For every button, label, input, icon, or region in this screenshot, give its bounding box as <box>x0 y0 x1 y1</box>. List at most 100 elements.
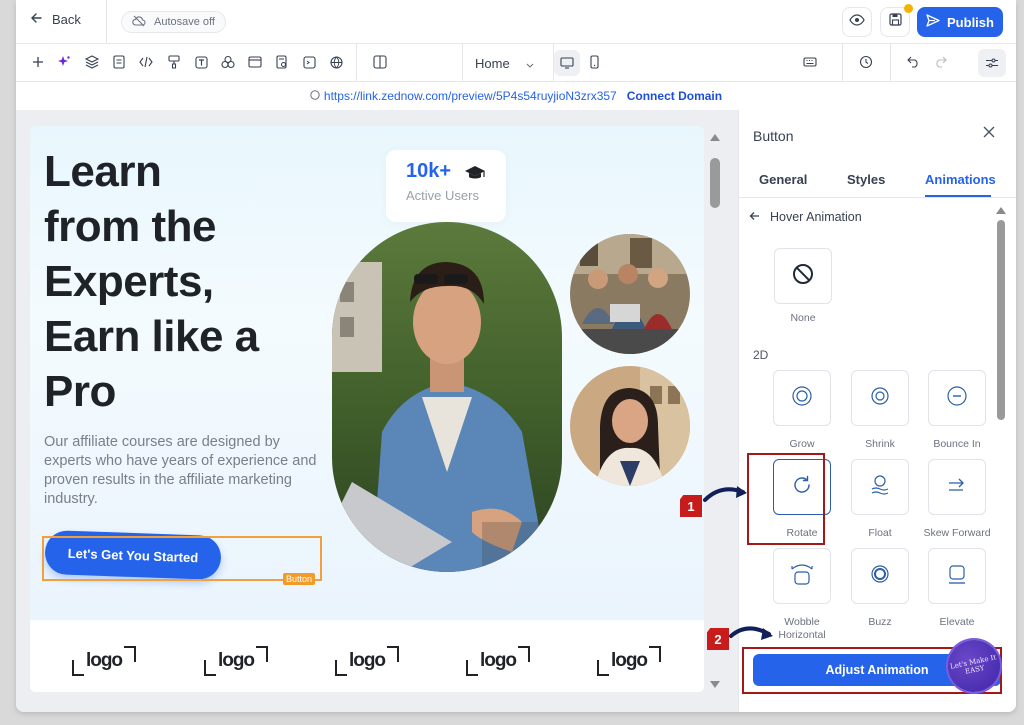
shapes-icon <box>221 55 235 69</box>
canvas-scroll-thumb[interactable] <box>710 158 720 208</box>
panel-scroll-thumb[interactable] <box>997 220 1005 420</box>
page-preview: Learn from the Experts, Earn like a Pro … <box>30 126 704 692</box>
save-button[interactable] <box>880 4 913 37</box>
publish-button[interactable]: Publish <box>917 7 1003 37</box>
components-button[interactable] <box>220 54 236 70</box>
tab-animations[interactable]: Animations <box>925 172 996 187</box>
redo-button[interactable] <box>932 54 948 70</box>
arrow-right-icon <box>729 622 775 649</box>
editor-toolbar: Home <box>16 44 1016 82</box>
divider <box>842 44 843 82</box>
stat-card[interactable]: 10k+ Active Users <box>386 150 506 222</box>
undo-button[interactable] <box>905 54 921 70</box>
sections-button[interactable] <box>247 54 263 70</box>
media-icon <box>302 55 316 69</box>
skew-forward-icon <box>945 473 969 502</box>
sliders-icon <box>986 58 998 68</box>
partner-logo: logo <box>204 646 268 676</box>
arrow-right-icon <box>703 482 749 509</box>
connect-domain-link[interactable]: Connect Domain <box>627 89 722 103</box>
panel-tabs: General Styles Animations <box>739 162 1016 198</box>
animation-label: Buzz <box>868 616 892 628</box>
unsaved-indicator <box>904 4 913 13</box>
pages-button[interactable] <box>111 54 127 70</box>
section-2d-label: 2D <box>753 348 769 362</box>
animation-skew-forward-option[interactable] <box>928 459 986 515</box>
animation-none-option[interactable] <box>774 248 832 304</box>
hero-portrait-image <box>332 222 562 572</box>
cloud-off-icon <box>132 15 146 30</box>
send-icon <box>926 14 940 30</box>
keyboard-icon <box>803 57 817 67</box>
tab-general[interactable]: General <box>759 172 807 187</box>
animation-grow-option[interactable] <box>773 370 831 426</box>
tab-styles[interactable]: Styles <box>847 172 885 187</box>
form-search-icon <box>276 55 287 69</box>
animation-label: Float <box>868 527 892 539</box>
global-settings-button[interactable] <box>328 54 344 70</box>
students-group-image <box>570 234 690 354</box>
chevron-down-icon <box>526 56 534 71</box>
hero-title-line: from the <box>44 202 217 251</box>
preview-url-link[interactable]: https://link.zednow.com/preview/5P4s54ru… <box>324 89 617 103</box>
publish-label: Publish <box>947 14 994 30</box>
close-icon <box>983 125 995 143</box>
code-button[interactable] <box>138 54 154 70</box>
scroll-up-icon[interactable] <box>995 202 1007 220</box>
close-panel-button[interactable] <box>979 124 999 144</box>
animation-wobble-horizontal-option[interactable] <box>773 548 831 604</box>
animation-float-option[interactable] <box>851 459 909 515</box>
animation-buzz-option[interactable] <box>851 548 909 604</box>
highlight-rotate-box <box>747 453 825 545</box>
hero-section[interactable]: Learn from the Experts, Earn like a Pro … <box>30 126 704 620</box>
logo-strip: logo logo logo logo logo <box>30 620 704 692</box>
page-icon <box>113 55 125 69</box>
split-view-button[interactable] <box>372 54 388 70</box>
hero-description[interactable]: Our affiliate courses are designed by ex… <box>44 433 320 509</box>
scroll-up-icon[interactable] <box>709 129 721 147</box>
animation-shrink-option[interactable] <box>851 370 909 426</box>
browser-icon <box>248 56 262 68</box>
globe-icon <box>329 55 343 69</box>
scroll-down-icon[interactable] <box>709 676 721 694</box>
eye-icon <box>849 13 865 31</box>
desktop-icon <box>560 57 574 69</box>
animation-elevate-option[interactable] <box>928 548 986 604</box>
preview-button[interactable] <box>842 7 872 37</box>
canvas-scrollbar[interactable] <box>706 126 726 692</box>
shrink-icon <box>869 385 891 412</box>
bounce-in-icon <box>946 385 968 412</box>
globe-icon <box>310 89 320 103</box>
stat-value: 10k+ <box>406 160 452 182</box>
elevate-icon <box>945 562 969 591</box>
layers-button[interactable] <box>84 54 100 70</box>
divider <box>890 44 891 82</box>
text-button[interactable] <box>193 54 209 70</box>
add-element-button[interactable] <box>30 54 46 70</box>
forms-button[interactable] <box>274 54 290 70</box>
ai-assist-button[interactable] <box>56 54 72 70</box>
autosave-label: Autosave off <box>154 16 215 28</box>
hover-animation-back[interactable]: Hover Animation <box>749 210 862 224</box>
mobile-view-button[interactable] <box>586 54 602 70</box>
animation-label: Grow <box>789 438 815 450</box>
paint-roller-icon <box>168 55 180 69</box>
panel-scrollbar[interactable] <box>995 202 1007 650</box>
hero-title[interactable]: Learn from the Experts, Earn like a Pro <box>44 144 324 419</box>
editor-window: Back Autosave off Publish Home https://l… <box>16 0 1016 712</box>
sub-heading: Hover Animation <box>770 210 862 224</box>
arrow-left-icon <box>30 12 42 27</box>
keyboard-shortcuts-button[interactable] <box>802 54 818 70</box>
media-button[interactable] <box>301 54 317 70</box>
paint-button[interactable] <box>166 54 182 70</box>
animation-bounce-in-option[interactable] <box>928 370 986 426</box>
graduation-cap-icon <box>464 165 486 186</box>
autosave-toggle[interactable]: Autosave off <box>121 11 226 33</box>
desktop-view-button[interactable] <box>554 50 580 76</box>
history-button[interactable] <box>858 54 874 70</box>
properties-panel: Button General Styles Animations Hover A… <box>738 110 1016 712</box>
settings-toggle-button[interactable] <box>978 49 1006 77</box>
back-button[interactable]: Back <box>30 12 81 27</box>
mobile-icon <box>589 55 599 69</box>
page-select[interactable]: Home <box>462 44 554 82</box>
